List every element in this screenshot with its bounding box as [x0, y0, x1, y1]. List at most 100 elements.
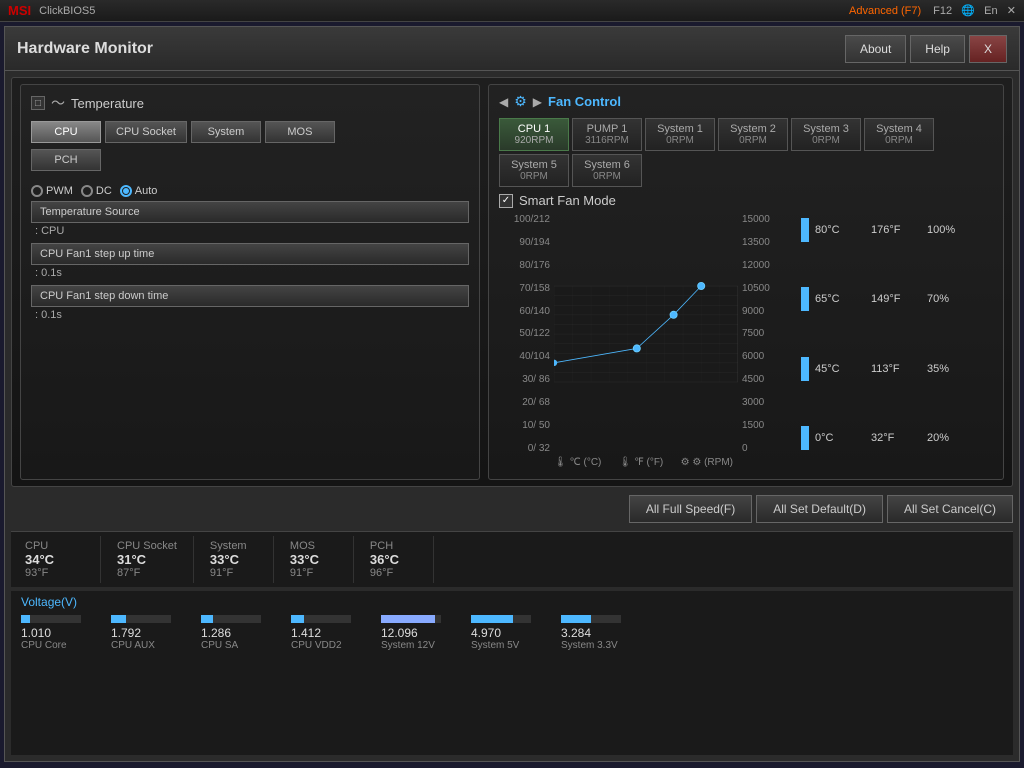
- voltage-lbl-cpu-core: CPU Core: [21, 640, 67, 651]
- chart-point-0[interactable]: [554, 360, 557, 366]
- step-up-section: CPU Fan1 step up time : 0.1s: [31, 243, 469, 281]
- top-bar: MSI ClickBIOS5 Advanced (F7) F12 🌐 En ✕: [0, 0, 1024, 22]
- all-set-default-button[interactable]: All Set Default(D): [756, 495, 883, 523]
- expand-icon[interactable]: □: [31, 96, 45, 110]
- temp-c-pch: 36°C: [370, 552, 417, 567]
- fan-tab-cpu1[interactable]: CPU 1 920RPM: [499, 118, 569, 151]
- pwm-radio-circle: [31, 185, 43, 197]
- temperature-header: □ 〜 Temperature: [31, 93, 469, 113]
- advanced-mode-label: Advanced (F7): [849, 5, 921, 17]
- window-title-bar: Hardware Monitor About Help X: [5, 27, 1019, 71]
- auto-radio[interactable]: Auto: [120, 185, 158, 197]
- fan-tab-sys5-rpm: 0RPM: [508, 171, 560, 182]
- fan-tab-sys2[interactable]: System 2 0RPM: [718, 118, 788, 151]
- voltage-lbl-cpu-aux: CPU AUX: [111, 640, 155, 651]
- y-right-10: 0: [742, 443, 793, 454]
- hardware-monitor-window: Hardware Monitor About Help X □ 〜 Temper…: [4, 26, 1020, 762]
- voltage-fill-cpu-sa: [201, 615, 213, 623]
- close-button[interactable]: X: [969, 35, 1007, 63]
- step-down-button[interactable]: CPU Fan1 step down time: [31, 285, 469, 307]
- chart-point-1[interactable]: [633, 345, 640, 352]
- fan-tab-sys3[interactable]: System 3 0RPM: [791, 118, 861, 151]
- mos-temp-button[interactable]: MOS: [265, 121, 335, 143]
- legend-tempf-3: 32°F: [871, 432, 921, 444]
- smart-fan-controls: PWM DC Auto Temper: [31, 181, 469, 323]
- all-full-speed-button[interactable]: All Full Speed(F): [629, 495, 752, 523]
- temp-source-button[interactable]: Temperature Source: [31, 201, 469, 223]
- voltage-val-sys5v: 4.970: [471, 626, 501, 640]
- temperature-fan-section: □ 〜 Temperature CPU CPU Socket System MO…: [20, 84, 1004, 480]
- y-label-6: 40/104: [499, 351, 550, 362]
- chart-body: 100/212 90/194 80/176 70/158 60/140 50/1…: [499, 214, 993, 454]
- temperature-buttons-row2: PCH: [31, 149, 469, 171]
- temp-label-system: System: [210, 540, 257, 552]
- fan-tab-sys1[interactable]: System 1 0RPM: [645, 118, 715, 151]
- fan-tab-sys6[interactable]: System 6 0RPM: [572, 154, 642, 187]
- pwm-radio[interactable]: PWM: [31, 185, 73, 197]
- temp-readout-cpu: CPU 34°C 93°F: [21, 536, 101, 583]
- voltage-fill-cpu-vdd2: [291, 615, 304, 623]
- cpu-socket-temp-button[interactable]: CPU Socket: [105, 121, 187, 143]
- fan-tab-sys1-rpm: 0RPM: [654, 135, 706, 146]
- y-axis-right: 15000 13500 12000 10500 9000 7500 6000 4…: [738, 214, 793, 454]
- fan-tab-sys6-rpm: 0RPM: [581, 171, 633, 182]
- voltage-bar-cpu-sa: [201, 615, 261, 623]
- chart-svg-container[interactable]: [554, 214, 738, 454]
- chart-point-2[interactable]: [670, 311, 677, 318]
- top-icons: F12 🌐 En ✕: [933, 4, 1016, 17]
- voltage-bar-sys12v: [381, 615, 441, 623]
- legend-bar-0: [801, 218, 809, 242]
- y-label-5: 50/122: [499, 328, 550, 339]
- voltage-lbl-cpu-sa: CPU SA: [201, 640, 238, 651]
- fan-forward-icon[interactable]: ▶: [533, 95, 542, 109]
- y-label-0: 100/212: [499, 214, 550, 225]
- chart-point-3[interactable]: [698, 282, 705, 289]
- temperature-readouts: CPU 34°C 93°F CPU Socket 31°C 87°F Syste…: [11, 531, 1013, 587]
- bottom-buttons: All Full Speed(F) All Set Default(D) All…: [11, 491, 1013, 527]
- y-right-1: 13500: [742, 237, 793, 248]
- step-up-button[interactable]: CPU Fan1 step up time: [31, 243, 469, 265]
- fan-tab-pump1[interactable]: PUMP 1 3116RPM: [572, 118, 642, 151]
- temp-c-mos: 33°C: [290, 552, 337, 567]
- temp-readout-cpu-socket: CPU Socket 31°C 87°F: [101, 536, 194, 583]
- pch-temp-button[interactable]: PCH: [31, 149, 101, 171]
- voltage-cpu-core: 1.010 CPU Core: [21, 615, 111, 651]
- x-axis-labels: 🌡 ℃ (°C) 🌡 ℉ (°F) ⚙ ⚙ (RPM): [554, 454, 733, 471]
- temp-source-value: : CPU: [31, 223, 469, 239]
- auto-radio-circle: [120, 185, 132, 197]
- y-label-10: 0/ 32: [499, 443, 550, 454]
- chart-area: ✓ Smart Fan Mode 100/212 90/194 80/176 7…: [499, 193, 993, 471]
- about-button[interactable]: About: [845, 35, 906, 63]
- fan-back-icon[interactable]: ◀: [499, 95, 508, 109]
- smart-mode-checkbox[interactable]: ✓: [499, 194, 513, 208]
- hardware-panel: □ 〜 Temperature CPU CPU Socket System MO…: [11, 77, 1013, 487]
- legend-bar-2: [801, 357, 809, 381]
- fan-curve-chart[interactable]: [554, 214, 738, 454]
- voltage-header[interactable]: Voltage(V): [21, 595, 1003, 609]
- fan-tab-sys5[interactable]: System 5 0RPM: [499, 154, 569, 187]
- voltage-cpu-vdd2: 1.412 CPU VDD2: [291, 615, 381, 651]
- voltage-fill-cpu-aux: [111, 615, 126, 623]
- fan-control-title: Fan Control: [548, 94, 621, 109]
- system-temp-button[interactable]: System: [191, 121, 261, 143]
- legend-temp-3: 0°C: [815, 432, 865, 444]
- y-right-3: 10500: [742, 283, 793, 294]
- y-label-3: 70/158: [499, 283, 550, 294]
- cpu-temp-button[interactable]: CPU: [31, 121, 101, 143]
- legend-pct-1: 70%: [927, 293, 949, 305]
- temp-readout-pch: PCH 36°C 96°F: [354, 536, 434, 583]
- y-axis-left: 100/212 90/194 80/176 70/158 60/140 50/1…: [499, 214, 554, 454]
- fan-tab-sys6-label: System 6: [584, 159, 630, 171]
- help-button[interactable]: Help: [910, 35, 965, 63]
- fan-tab-sys4[interactable]: System 4 0RPM: [864, 118, 934, 151]
- dc-label: DC: [96, 185, 112, 197]
- dc-radio[interactable]: DC: [81, 185, 112, 197]
- fan-tab-pump1-rpm: 3116RPM: [581, 135, 633, 146]
- all-set-cancel-button[interactable]: All Set Cancel(C): [887, 495, 1013, 523]
- voltage-fill-sys33v: [561, 615, 591, 623]
- window-title: Hardware Monitor: [17, 40, 841, 58]
- smart-mode-label: Smart Fan Mode: [519, 193, 616, 208]
- y-right-6: 6000: [742, 351, 793, 362]
- legend-row-2: 45°C 113°F 35%: [801, 357, 993, 381]
- fan-tab-sys3-rpm: 0RPM: [800, 135, 852, 146]
